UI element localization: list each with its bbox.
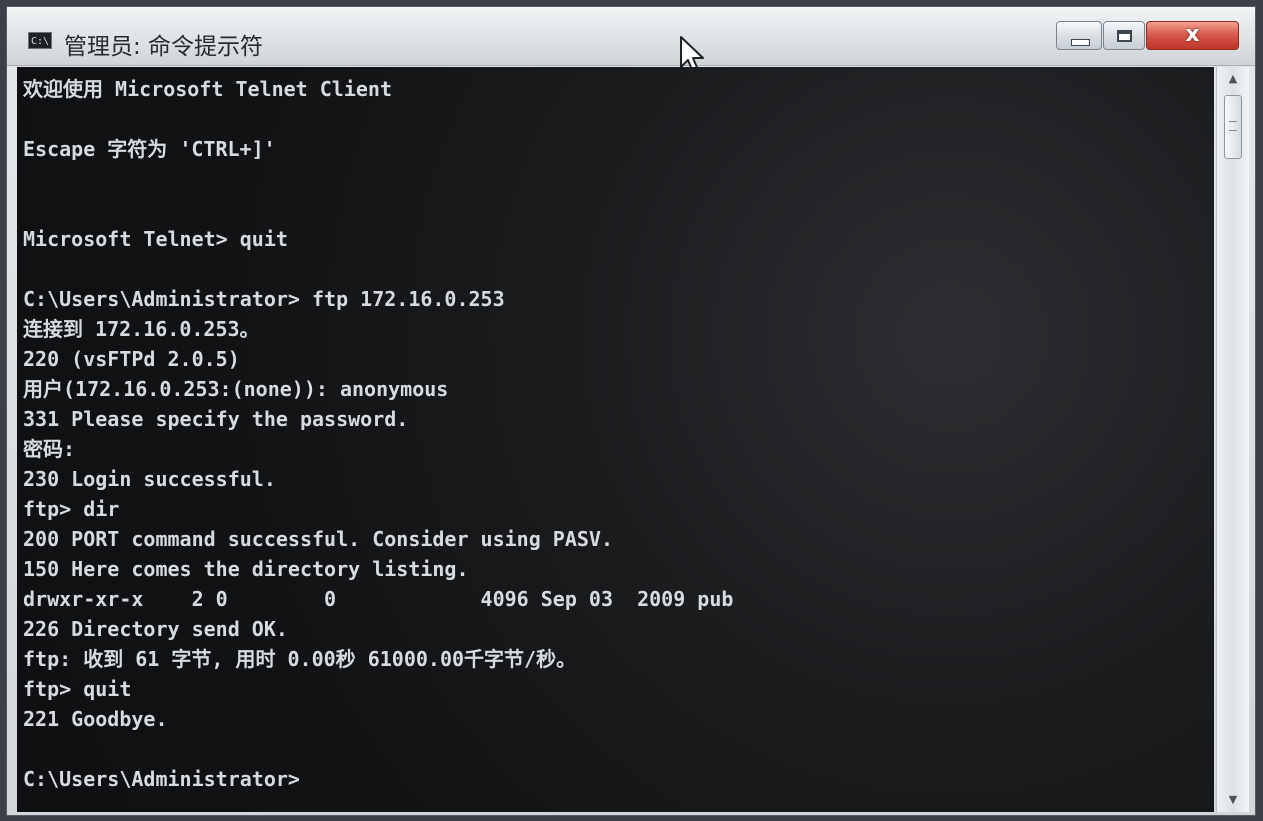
console-line: ftp: 收到 61 字节, 用时 0.00秒 61000.00千字节/秒。 — [23, 647, 577, 671]
scroll-up-arrow-icon[interactable]: ▲ — [1217, 67, 1249, 91]
console-line: Microsoft Telnet> quit — [23, 227, 288, 251]
console-prompt: C:\Users\Administrator> — [23, 767, 300, 791]
console-line: ftp> quit — [23, 677, 132, 701]
console-line: 230 Login successful. — [23, 467, 276, 491]
command-prompt-window: C:\ 管理员: 命令提示符 x 欢迎使用 Microsoft Telnet C… — [6, 6, 1256, 816]
console-line: 连接到 172.16.0.253。 — [23, 317, 260, 341]
command-prompt-icon: C:\ — [28, 32, 52, 49]
vertical-scrollbar[interactable]: ▲ ▼ — [1216, 67, 1249, 812]
console-line: ftp> dir — [23, 497, 120, 521]
grip-icon — [1229, 121, 1237, 131]
maximize-icon — [1117, 30, 1132, 42]
console-line: 欢迎使用 Microsoft Telnet Client — [23, 77, 392, 101]
window-title: 管理员: 命令提示符 — [64, 34, 264, 60]
console-line: drwxr-xr-x 2 0 0 4096 Sep 03 2009 pub — [23, 587, 734, 611]
console-line: 220 (vsFTPd 2.0.5) — [23, 347, 240, 371]
maximize-button[interactable] — [1103, 21, 1145, 50]
console-line: 150 Here comes the directory listing. — [23, 557, 469, 581]
console-line: 用户(172.16.0.253:(none)): anonymous — [23, 377, 449, 401]
minimize-icon — [1071, 39, 1090, 46]
scrollbar-thumb[interactable] — [1224, 95, 1242, 159]
close-button[interactable]: x — [1146, 21, 1239, 50]
scroll-down-arrow-icon[interactable]: ▼ — [1217, 788, 1249, 812]
minimize-button[interactable] — [1056, 21, 1102, 50]
console-line: 200 PORT command successful. Consider us… — [23, 527, 614, 551]
window-controls: x — [1056, 21, 1239, 52]
close-icon: x — [1185, 22, 1200, 47]
console-line: 226 Directory send OK. — [23, 617, 288, 641]
console-output[interactable]: 欢迎使用 Microsoft Telnet Client Escape 字符为 … — [17, 67, 1214, 812]
console-line: 221 Goodbye. — [23, 707, 168, 731]
console-line: C:\Users\Administrator> ftp 172.16.0.253 — [23, 287, 505, 311]
console-line: 331 Please specify the password. — [23, 407, 409, 431]
console-line: Escape 字符为 'CTRL+]' — [23, 137, 276, 161]
title-bar[interactable]: C:\ 管理员: 命令提示符 x — [7, 7, 1255, 73]
console-line: 密码: — [23, 437, 76, 461]
